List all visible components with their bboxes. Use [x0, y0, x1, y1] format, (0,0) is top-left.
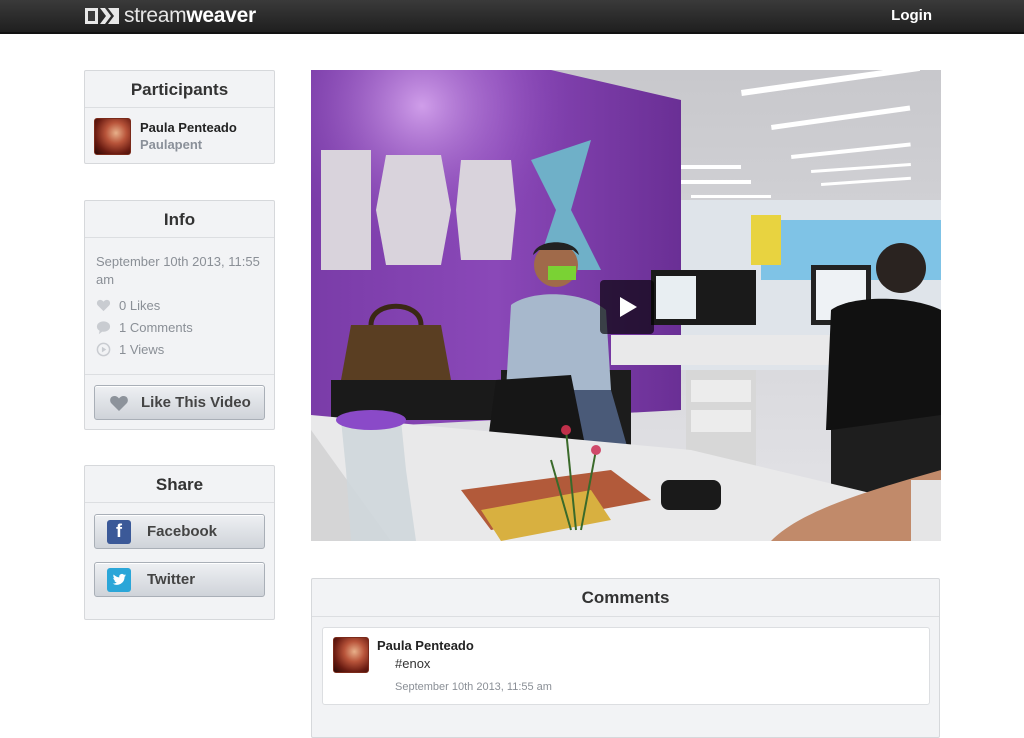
participant-name[interactable]: Paula Penteado [140, 120, 237, 135]
comment-timestamp: September 10th 2013, 11:55 am [395, 681, 552, 693]
twitter-label: Twitter [147, 571, 196, 588]
comments-label: 1 Comments [119, 319, 193, 335]
comment-author[interactable]: Paula Penteado [377, 638, 474, 653]
comment-text: #enox [395, 656, 431, 671]
heart-icon [96, 299, 111, 311]
video-player[interactable] [311, 70, 941, 541]
info-title: Info [85, 201, 274, 238]
participants-title: Participants [85, 71, 274, 108]
comments-panel: Comments Paula Penteado #enox September … [311, 578, 940, 738]
logo-text: streamweaver [124, 4, 256, 27]
likes-count: 0 Likes [96, 297, 160, 313]
participant-username[interactable]: Paulapent [140, 137, 202, 152]
avatar[interactable] [94, 118, 131, 155]
facebook-icon: f [107, 519, 131, 544]
views-label: 1 Views [119, 341, 165, 357]
divider [85, 374, 274, 375]
play-icon [620, 297, 637, 317]
facebook-label: Facebook [147, 523, 218, 540]
play-circle-icon [96, 342, 111, 356]
like-video-button[interactable]: Like This Video [94, 385, 265, 420]
logo-icon [85, 8, 119, 24]
heart-icon [110, 395, 128, 411]
info-panel: Info September 10th 2013, 11:55 am 0 Lik… [84, 200, 275, 430]
share-title: Share [85, 466, 274, 503]
top-navigation-bar: streamweaver Login [0, 0, 1024, 34]
avatar[interactable] [333, 637, 369, 673]
play-button[interactable] [600, 280, 654, 334]
participant-item[interactable]: Paula Penteado Paulapent [85, 108, 274, 163]
likes-label: 0 Likes [119, 297, 161, 313]
comment-item: Paula Penteado #enox September 10th 2013… [322, 627, 930, 705]
views-count: 1 Views [96, 341, 164, 357]
facebook-share-button[interactable]: f Facebook [94, 514, 265, 549]
streamweaver-logo[interactable]: streamweaver [84, 3, 256, 29]
comments-title: Comments [312, 579, 939, 617]
video-date: September 10th 2013, 11:55 am [96, 254, 260, 287]
login-link[interactable]: Login [891, 7, 932, 24]
twitter-icon [107, 567, 131, 592]
comments-count: 1 Comments [96, 319, 193, 335]
participants-panel: Participants Paula Penteado Paulapent [84, 70, 275, 164]
like-video-label: Like This Video [141, 394, 251, 411]
twitter-share-button[interactable]: Twitter [94, 562, 265, 597]
share-panel: Share f Facebook Twitter [84, 465, 275, 620]
speech-bubble-icon [96, 320, 111, 334]
